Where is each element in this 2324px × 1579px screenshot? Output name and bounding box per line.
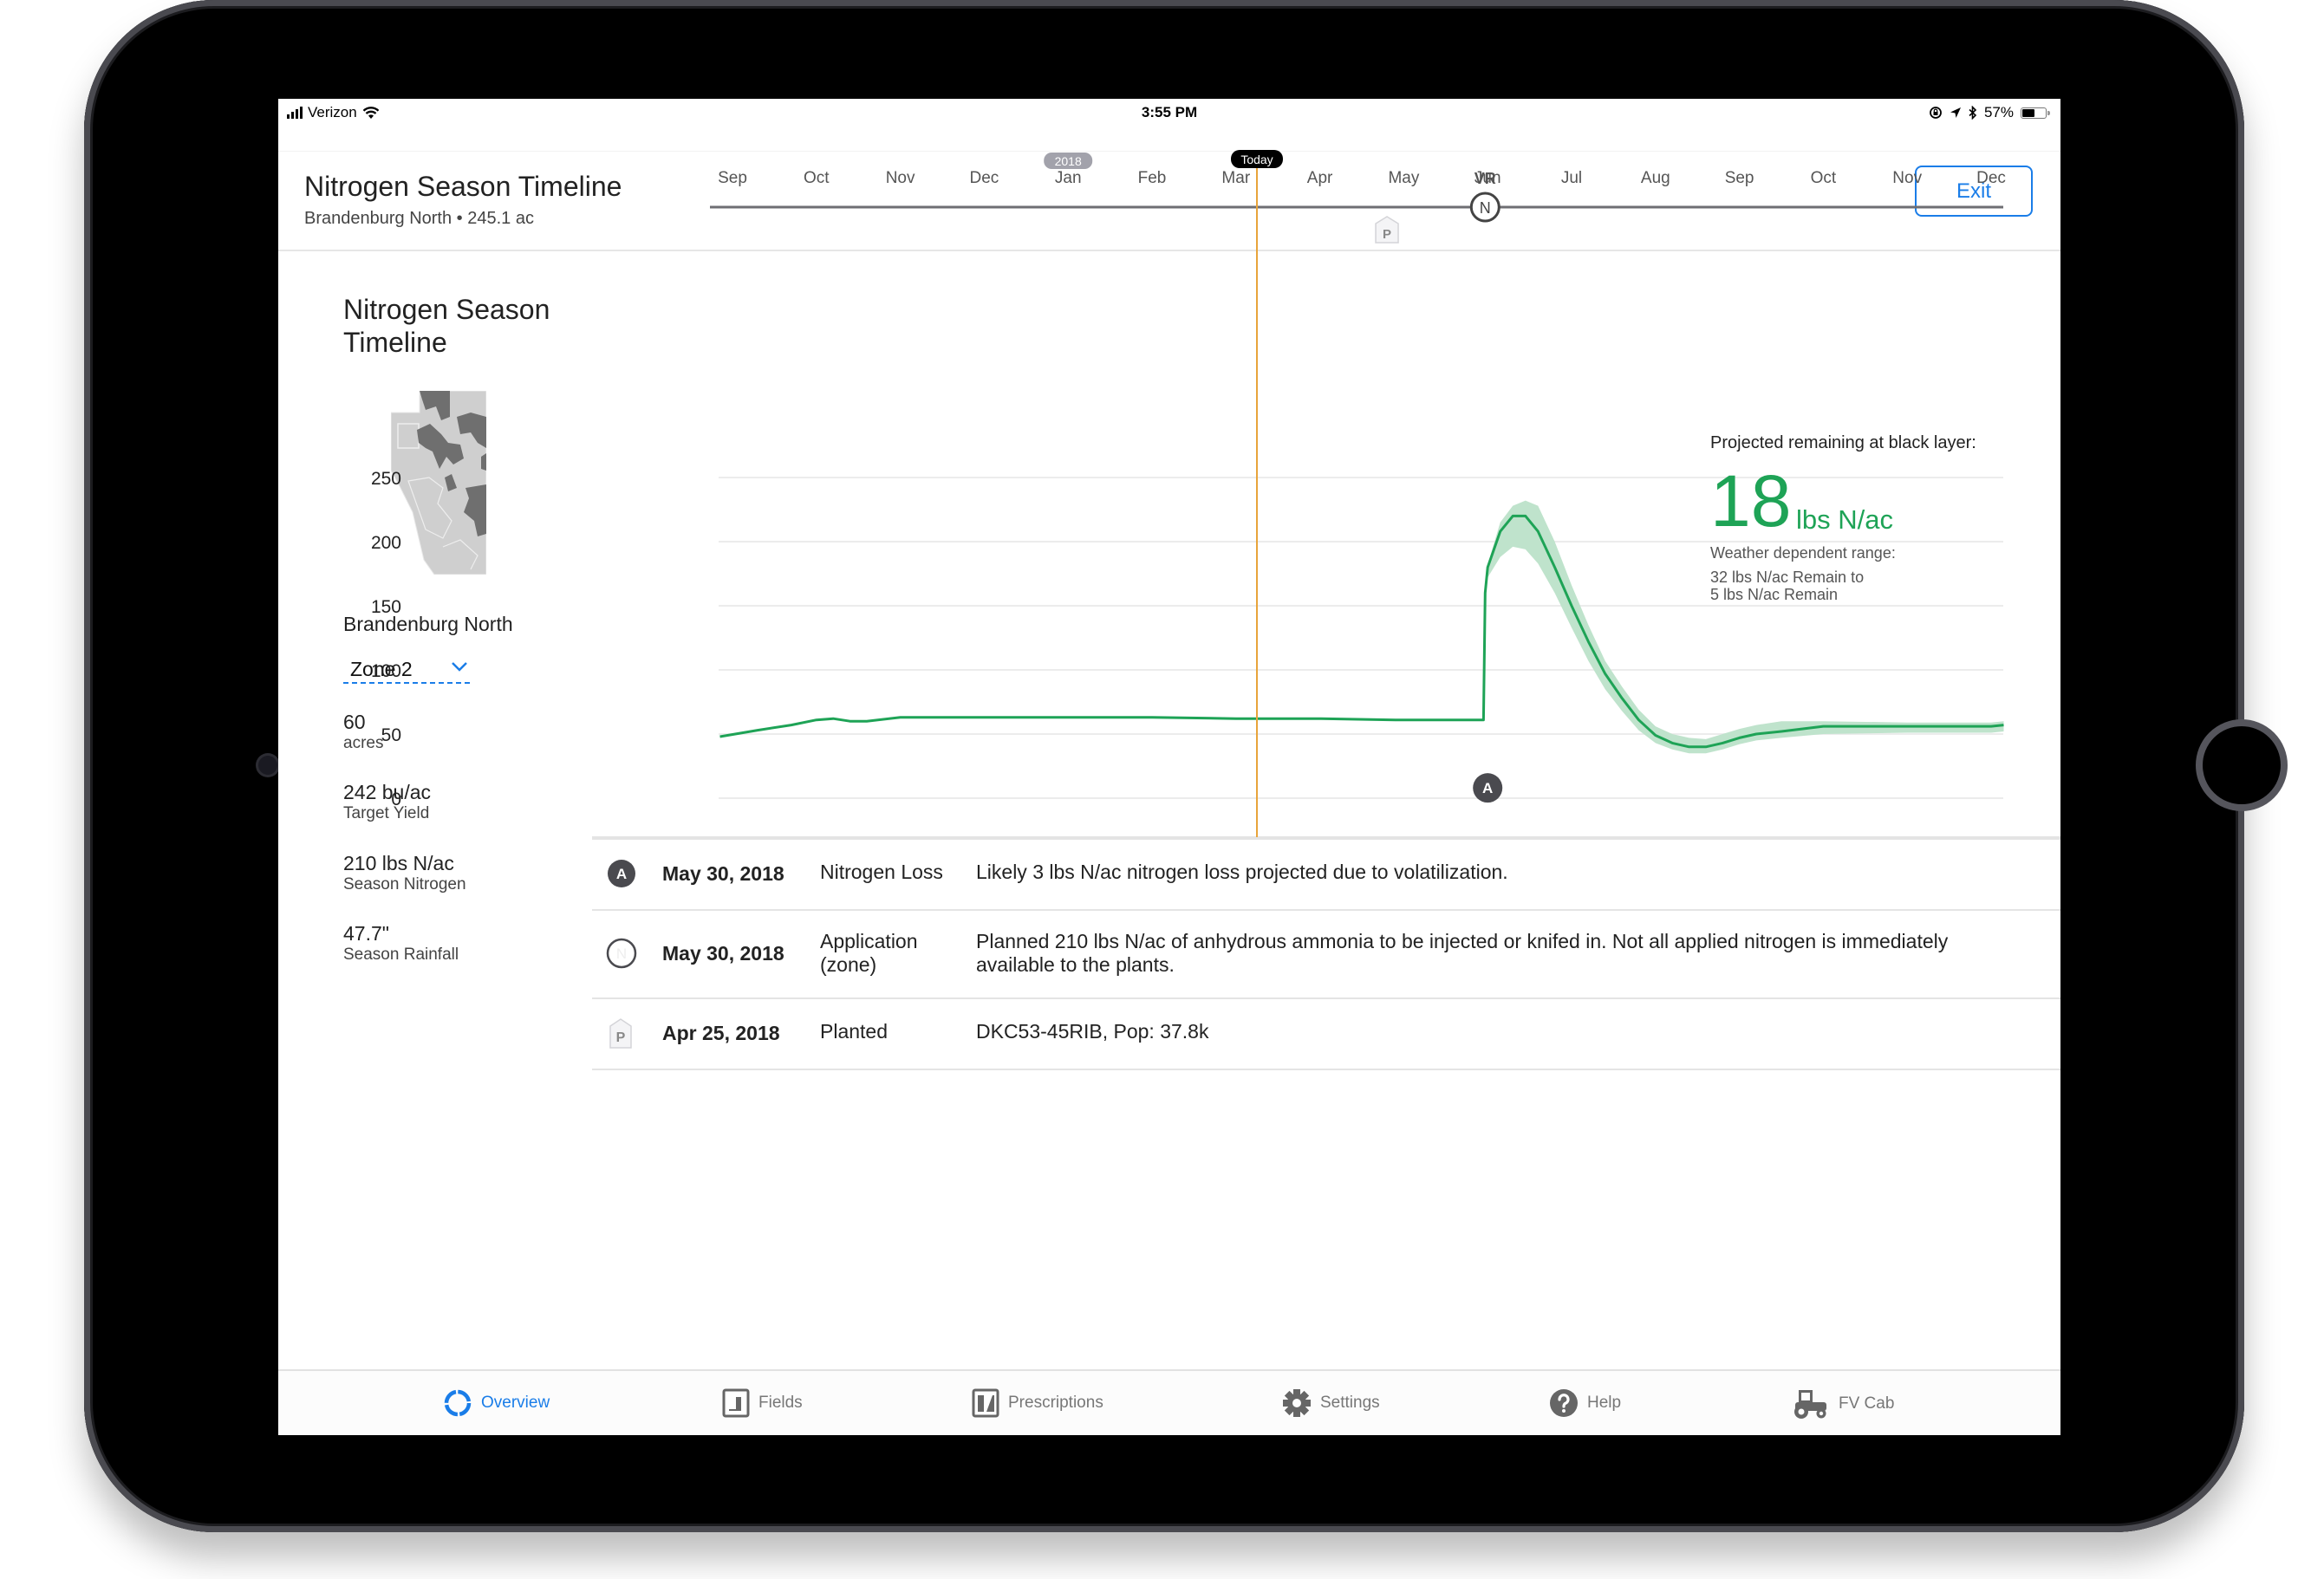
prescriptions-icon [972,1388,999,1418]
nitrogen-chart: 0 50 100 150 200 250 Sep Oct Nov Dec Jan Feb Mar Apr… [371,150,2060,838]
overview-ring-icon [444,1389,472,1417]
month-label: Sep [718,169,747,187]
month-label: Jan [1055,169,1082,187]
month-label: Jul [1561,169,1582,187]
tab-prescriptions[interactable]: Prescriptions [972,1388,1103,1418]
y-tick-label: 250 [371,469,401,489]
month-label: Nov [1892,169,1922,187]
event-type: Application (zone) [820,930,918,976]
growth-stage-label: VR [1474,170,1496,187]
application-marker-letter: N [1480,199,1491,217]
home-button[interactable] [2196,719,2288,811]
tab-settings[interactable]: Settings [1282,1388,1380,1418]
application-marker-icon: N [606,938,637,969]
tab-help[interactable]: Help [1549,1388,1621,1418]
month-label: May [1388,169,1419,187]
range-high: 32 lbs N/ac Remain to [1710,569,1865,586]
range-heading: Weather dependent range: [1710,544,1896,562]
projection-value: 18 [1710,460,1792,542]
y-tick-label: 100 [371,661,401,681]
month-label: Nov [886,169,915,187]
front-camera [258,756,277,775]
projection-summary: Projected remaining at black layer: 18 l… [1710,433,2022,603]
tab-label: Fields [758,1394,803,1412]
stat-season-rainfall: 47.7" Season Rainfall [343,922,459,965]
tractor-icon [1794,1390,1826,1419]
month-label: Aug [1641,169,1670,187]
month-label: Oct [1811,169,1837,187]
range-low: 5 lbs N/ac Remain [1710,586,1839,603]
month-label: Dec [970,169,999,187]
marker-letter: P [616,1030,626,1045]
year-badge: 2018 [1044,153,1093,169]
month-label: Dec [1976,169,2006,187]
chart-annotations: A [1473,773,1503,803]
projection-unit: lbs N/ac [1796,504,1893,535]
planted-marker-letter: P [1383,227,1391,242]
today-badge-text: Today [1240,153,1273,166]
event-type: Nitrogen Loss [820,861,943,883]
tab-label: Overview [481,1394,550,1412]
events-list: A May 30, 2018 Nitrogen Loss Likely 3 lb… [592,838,2060,1070]
event-description: Planned 210 lbs N/ac of anhydrous ammoni… [976,930,1949,976]
y-tick-label: 50 [381,725,401,745]
month-label: Oct [804,169,830,187]
stat-value: 47.7" [343,922,389,945]
tab-label: Help [1587,1394,1622,1412]
planted-tag-icon: P [609,1018,632,1049]
month-label: Apr [1307,169,1333,187]
event-date: Apr 25, 2018 [662,1022,780,1044]
gear-icon [1283,1389,1311,1417]
timeline-markers: NP [1375,192,1501,244]
marker-letter: A [616,866,627,882]
annotation-letter: A [1482,780,1493,796]
month-label: Sep [1725,169,1754,187]
x-axis-month-labels: Sep Oct Nov Dec Jan Feb Mar Apr May Jun Jul Aug Sep O… [718,169,2006,187]
y-axis-ticks: 0 50 100 150 200 250 [371,469,401,809]
projection-heading: Projected remaining at black layer: [1710,433,1976,452]
tab-fv-cab[interactable]: FV Cab [1792,1388,1894,1420]
nitrogen-loss-marker-icon: A [608,860,635,887]
stat-season-nitrogen: 210 lbs N/ac Season Nitrogen [343,852,466,895]
year-badge-text: 2018 [1055,154,1082,168]
event-row[interactable]: P Apr 25, 2018 Planted DKC53-45RIB, Pop:… [592,997,2060,1070]
stat-label: Season Nitrogen [343,875,466,893]
event-row[interactable]: N May 30, 2018 Application (zone) Planne… [592,909,2060,997]
event-row[interactable]: A May 30, 2018 Nitrogen Loss Likely 3 lb… [592,838,2060,909]
y-tick-label: 150 [371,597,401,617]
tab-label: Prescriptions [1008,1394,1103,1412]
month-label: Feb [1138,169,1167,187]
event-type: Planted [820,1020,889,1043]
tab-bar: Overview Fields Prescriptions Settings H… [278,1369,2060,1435]
event-date: May 30, 2018 [662,942,784,965]
fields-icon [722,1388,750,1418]
today-badge: Today [1231,150,1283,168]
event-date: May 30, 2018 [662,862,784,885]
month-label: Mar [1221,169,1250,187]
stat-value: 210 lbs N/ac [343,852,454,874]
help-icon [1550,1389,1578,1417]
y-tick-label: 0 [391,790,401,809]
stat-label: Season Rainfall [343,945,459,964]
y-tick-label: 200 [371,533,401,553]
tab-label: FV Cab [1839,1394,1895,1413]
tab-fields[interactable]: Fields [722,1388,803,1418]
tab-overview[interactable]: Overview [443,1388,550,1418]
app-screen: Verizon 3:55 PM 57% Nitrogen Season Time… [278,99,2060,1435]
tab-label: Settings [1320,1394,1380,1412]
marker-letter: N [616,945,627,962]
event-description: DKC53-45RIB, Pop: 37.8k [976,1020,1209,1043]
event-description: Likely 3 lbs N/ac nitrogen loss projecte… [976,861,1508,883]
